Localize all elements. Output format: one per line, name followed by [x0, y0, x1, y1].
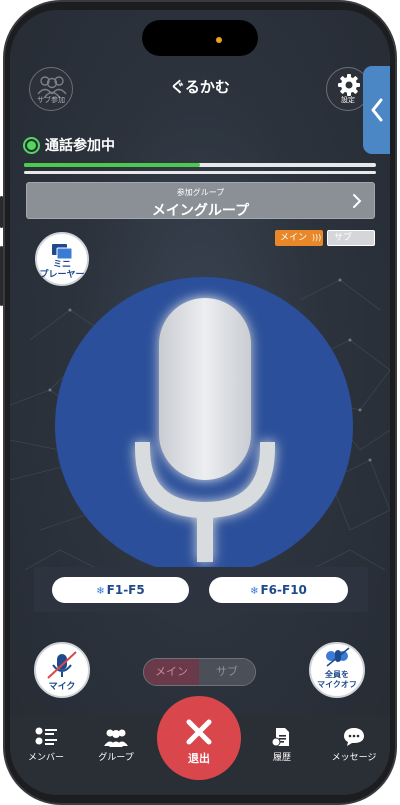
side-panel-tab[interactable]	[363, 66, 390, 154]
main-sub-toggle[interactable]: メイン サブ	[143, 658, 256, 686]
close-icon	[186, 719, 212, 745]
tab-groups[interactable]: グループ	[84, 726, 148, 763]
all-mic-off-icon	[326, 647, 350, 667]
tab-members[interactable]: メンバー	[14, 726, 78, 763]
call-status-label: 通話参加中	[45, 138, 115, 154]
group-selector[interactable]: 参加グループ メイングループ	[26, 182, 375, 219]
channel-pill-main[interactable]: メイン )))	[275, 230, 323, 246]
mic-muted-icon	[47, 651, 77, 679]
all-mic-off-label: 全員を マイクオフ	[311, 670, 363, 690]
function-keys-f1-f5-button[interactable]: ❄ F1-F5	[52, 577, 189, 603]
snowflake-icon: ❄	[96, 586, 105, 597]
channel-pill-sub[interactable]: サブ	[327, 230, 375, 246]
tab-members-label: メンバー	[27, 753, 64, 763]
sub-join-button[interactable]: サブ参加	[29, 67, 73, 111]
exit-button[interactable]: 退出	[157, 696, 241, 780]
function-keys-right-label: F6-F10	[260, 583, 307, 597]
app-title: ぐるかむ	[170, 78, 230, 96]
group-caption: 参加グループ	[176, 188, 225, 197]
mic-label: マイク	[48, 682, 76, 692]
chevron-left-icon	[371, 98, 383, 122]
mic-toggle-button[interactable]: マイク	[34, 642, 90, 698]
audio-level-fill	[24, 163, 200, 167]
function-keys-f6-f10-button[interactable]: ❄ F6-F10	[209, 577, 348, 603]
sub-join-label: サブ参加	[37, 96, 65, 104]
all-mic-off-label-line2: マイクオフ	[317, 680, 357, 689]
snowflake-icon: ❄	[250, 586, 259, 597]
tab-groups-label: グループ	[98, 753, 134, 763]
audio-level-track	[24, 171, 376, 174]
phone-volume-button	[0, 246, 3, 306]
mini-player-label: ミニ プレーヤー	[37, 260, 87, 280]
tab-messages-label: メッセージ	[331, 753, 377, 763]
phone-side-button	[0, 196, 3, 228]
audio-level-bar	[24, 163, 376, 167]
mini-player-label-line1: ミニ	[52, 260, 71, 270]
mini-player-button[interactable]: ミニ プレーヤー	[35, 232, 89, 286]
chevron-right-icon	[353, 194, 362, 208]
group-icon	[104, 729, 128, 747]
all-mic-off-button[interactable]: 全員を マイクオフ	[309, 642, 365, 698]
mini-player-label-line2: プレーヤー	[39, 270, 85, 280]
speaker-wave-icon: )))	[311, 233, 322, 242]
call-status: 通話参加中	[23, 135, 115, 155]
member-list-icon	[35, 727, 57, 745]
channel-pill-main-label: メイン	[280, 233, 308, 243]
app-screen: サブ参加 ぐるかむ 設定 通話参加中 参加グループ メイングループ メイン))…	[10, 10, 390, 795]
microphone-icon[interactable]	[110, 280, 300, 570]
message-icon	[344, 728, 364, 746]
tab-history-label: 履歴	[272, 753, 291, 763]
tab-messages[interactable]: メッセージ	[322, 726, 386, 763]
toggle-main-option[interactable]: メイン	[144, 659, 200, 685]
history-icon	[271, 728, 289, 747]
tab-history[interactable]: 履歴	[250, 726, 314, 763]
status-indicator-icon	[23, 136, 40, 154]
channel-pill-sub-label: サブ	[334, 233, 353, 243]
dynamic-island	[142, 20, 258, 56]
toggle-sub-option[interactable]: サブ	[199, 659, 255, 685]
all-mic-off-label-line1: 全員を	[325, 670, 349, 679]
function-keys-left-label: F1-F5	[106, 583, 145, 597]
exit-label: 退出	[188, 752, 210, 765]
group-name: メイングループ	[151, 203, 250, 219]
camera-indicator	[216, 37, 222, 43]
